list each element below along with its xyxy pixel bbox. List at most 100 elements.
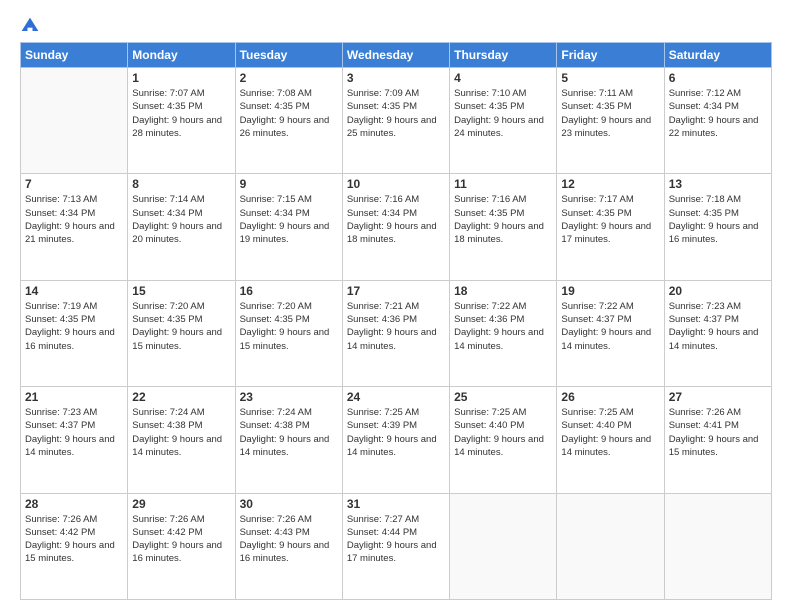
day-info: Sunrise: 7:17 AMSunset: 4:35 PMDaylight:…: [561, 193, 659, 246]
calendar-cell: 26 Sunrise: 7:25 AMSunset: 4:40 PMDayligh…: [557, 387, 664, 493]
day-number: 8: [132, 177, 230, 191]
calendar-cell: 11 Sunrise: 7:16 AMSunset: 4:35 PMDayligh…: [450, 174, 557, 280]
calendar-cell: [664, 493, 771, 599]
day-header-saturday: Saturday: [664, 43, 771, 68]
day-info: Sunrise: 7:19 AMSunset: 4:35 PMDaylight:…: [25, 300, 123, 353]
calendar-table: SundayMondayTuesdayWednesdayThursdayFrid…: [20, 42, 772, 600]
calendar-cell: 19 Sunrise: 7:22 AMSunset: 4:37 PMDayligh…: [557, 280, 664, 386]
day-info: Sunrise: 7:27 AMSunset: 4:44 PMDaylight:…: [347, 513, 445, 566]
calendar-week-row: 21Sunrise: 7:23 AMSunset: 4:37 PMDayligh…: [21, 387, 772, 493]
day-info: Sunrise: 7:22 AMSunset: 4:37 PMDaylight:…: [561, 300, 659, 353]
day-info: Sunrise: 7:22 AMSunset: 4:36 PMDaylight:…: [454, 300, 552, 353]
day-info: Sunrise: 7:12 AMSunset: 4:34 PMDaylight:…: [669, 87, 767, 140]
day-number: 2: [240, 71, 338, 85]
calendar-cell: [450, 493, 557, 599]
calendar-cell: 20 Sunrise: 7:23 AMSunset: 4:37 PMDayligh…: [664, 280, 771, 386]
day-number: 18: [454, 284, 552, 298]
calendar-cell: 3 Sunrise: 7:09 AMSunset: 4:35 PMDaylight…: [342, 68, 449, 174]
day-info: Sunrise: 7:14 AMSunset: 4:34 PMDaylight:…: [132, 193, 230, 246]
logo-icon: [20, 16, 40, 36]
day-info: Sunrise: 7:21 AMSunset: 4:36 PMDaylight:…: [347, 300, 445, 353]
header: [20, 16, 772, 36]
day-info: Sunrise: 7:11 AMSunset: 4:35 PMDaylight:…: [561, 87, 659, 140]
calendar-cell: 15 Sunrise: 7:20 AMSunset: 4:35 PMDayligh…: [128, 280, 235, 386]
day-number: 22: [132, 390, 230, 404]
calendar-cell: 21Sunrise: 7:23 AMSunset: 4:37 PMDayligh…: [21, 387, 128, 493]
day-number: 27: [669, 390, 767, 404]
day-info: Sunrise: 7:18 AMSunset: 4:35 PMDaylight:…: [669, 193, 767, 246]
day-header-wednesday: Wednesday: [342, 43, 449, 68]
calendar-cell: 1Sunrise: 7:07 AMSunset: 4:35 PMDaylight…: [128, 68, 235, 174]
day-number: 5: [561, 71, 659, 85]
day-number: 30: [240, 497, 338, 511]
calendar-cell: 4Sunrise: 7:10 AMSunset: 4:35 PMDaylight…: [450, 68, 557, 174]
day-number: 24: [347, 390, 445, 404]
day-number: 28: [25, 497, 123, 511]
calendar-week-row: 14 Sunrise: 7:19 AMSunset: 4:35 PMDayligh…: [21, 280, 772, 386]
page: SundayMondayTuesdayWednesdayThursdayFrid…: [0, 0, 792, 612]
calendar-cell: 31 Sunrise: 7:27 AMSunset: 4:44 PMDayligh…: [342, 493, 449, 599]
calendar-week-row: 1Sunrise: 7:07 AMSunset: 4:35 PMDaylight…: [21, 68, 772, 174]
day-number: 25: [454, 390, 552, 404]
day-info: Sunrise: 7:08 AMSunset: 4:35 PMDaylight:…: [240, 87, 338, 140]
calendar-cell: 27 Sunrise: 7:26 AMSunset: 4:41 PMDayligh…: [664, 387, 771, 493]
day-info: Sunrise: 7:16 AMSunset: 4:34 PMDaylight:…: [347, 193, 445, 246]
calendar-week-row: 7Sunrise: 7:13 AMSunset: 4:34 PMDaylight…: [21, 174, 772, 280]
calendar-cell: 23Sunrise: 7:24 AMSunset: 4:38 PMDayligh…: [235, 387, 342, 493]
calendar-cell: 17 Sunrise: 7:21 AMSunset: 4:36 PMDayligh…: [342, 280, 449, 386]
day-info: Sunrise: 7:09 AMSunset: 4:35 PMDaylight:…: [347, 87, 445, 140]
day-number: 11: [454, 177, 552, 191]
calendar-cell: 12 Sunrise: 7:17 AMSunset: 4:35 PMDayligh…: [557, 174, 664, 280]
day-number: 17: [347, 284, 445, 298]
day-info: Sunrise: 7:26 AMSunset: 4:41 PMDaylight:…: [669, 406, 767, 459]
day-number: 15: [132, 284, 230, 298]
day-header-sunday: Sunday: [21, 43, 128, 68]
day-number: 29: [132, 497, 230, 511]
calendar-cell: 5 Sunrise: 7:11 AMSunset: 4:35 PMDaylight…: [557, 68, 664, 174]
day-header-monday: Monday: [128, 43, 235, 68]
calendar-cell: 28 Sunrise: 7:26 AMSunset: 4:42 PMDayligh…: [21, 493, 128, 599]
day-info: Sunrise: 7:26 AMSunset: 4:43 PMDaylight:…: [240, 513, 338, 566]
calendar-cell: 10 Sunrise: 7:16 AMSunset: 4:34 PMDayligh…: [342, 174, 449, 280]
day-info: Sunrise: 7:24 AMSunset: 4:38 PMDaylight:…: [240, 406, 338, 459]
calendar-cell: 25 Sunrise: 7:25 AMSunset: 4:40 PMDayligh…: [450, 387, 557, 493]
calendar-cell: 22Sunrise: 7:24 AMSunset: 4:38 PMDayligh…: [128, 387, 235, 493]
calendar-cell: 6Sunrise: 7:12 AMSunset: 4:34 PMDaylight…: [664, 68, 771, 174]
day-number: 3: [347, 71, 445, 85]
day-number: 4: [454, 71, 552, 85]
day-info: Sunrise: 7:15 AMSunset: 4:34 PMDaylight:…: [240, 193, 338, 246]
calendar-cell: 9 Sunrise: 7:15 AMSunset: 4:34 PMDaylight…: [235, 174, 342, 280]
day-info: Sunrise: 7:23 AMSunset: 4:37 PMDaylight:…: [669, 300, 767, 353]
calendar-cell: [21, 68, 128, 174]
calendar-cell: 24Sunrise: 7:25 AMSunset: 4:39 PMDayligh…: [342, 387, 449, 493]
day-header-friday: Friday: [557, 43, 664, 68]
day-info: Sunrise: 7:25 AMSunset: 4:40 PMDaylight:…: [561, 406, 659, 459]
calendar-cell: 7Sunrise: 7:13 AMSunset: 4:34 PMDaylight…: [21, 174, 128, 280]
calendar-cell: [557, 493, 664, 599]
day-info: Sunrise: 7:20 AMSunset: 4:35 PMDaylight:…: [132, 300, 230, 353]
calendar-cell: 29 Sunrise: 7:26 AMSunset: 4:42 PMDayligh…: [128, 493, 235, 599]
day-number: 9: [240, 177, 338, 191]
day-info: Sunrise: 7:26 AMSunset: 4:42 PMDaylight:…: [25, 513, 123, 566]
calendar-cell: 13 Sunrise: 7:18 AMSunset: 4:35 PMDayligh…: [664, 174, 771, 280]
day-number: 12: [561, 177, 659, 191]
day-info: Sunrise: 7:16 AMSunset: 4:35 PMDaylight:…: [454, 193, 552, 246]
day-number: 10: [347, 177, 445, 191]
day-number: 19: [561, 284, 659, 298]
day-number: 26: [561, 390, 659, 404]
day-number: 13: [669, 177, 767, 191]
day-number: 14: [25, 284, 123, 298]
day-info: Sunrise: 7:13 AMSunset: 4:34 PMDaylight:…: [25, 193, 123, 246]
day-number: 20: [669, 284, 767, 298]
day-header-thursday: Thursday: [450, 43, 557, 68]
logo: [20, 16, 44, 36]
day-info: Sunrise: 7:25 AMSunset: 4:40 PMDaylight:…: [454, 406, 552, 459]
calendar-cell: 30 Sunrise: 7:26 AMSunset: 4:43 PMDayligh…: [235, 493, 342, 599]
calendar-week-row: 28 Sunrise: 7:26 AMSunset: 4:42 PMDayligh…: [21, 493, 772, 599]
day-number: 31: [347, 497, 445, 511]
day-info: Sunrise: 7:20 AMSunset: 4:35 PMDaylight:…: [240, 300, 338, 353]
day-number: 21: [25, 390, 123, 404]
day-info: Sunrise: 7:26 AMSunset: 4:42 PMDaylight:…: [132, 513, 230, 566]
day-header-tuesday: Tuesday: [235, 43, 342, 68]
calendar-header-row: SundayMondayTuesdayWednesdayThursdayFrid…: [21, 43, 772, 68]
